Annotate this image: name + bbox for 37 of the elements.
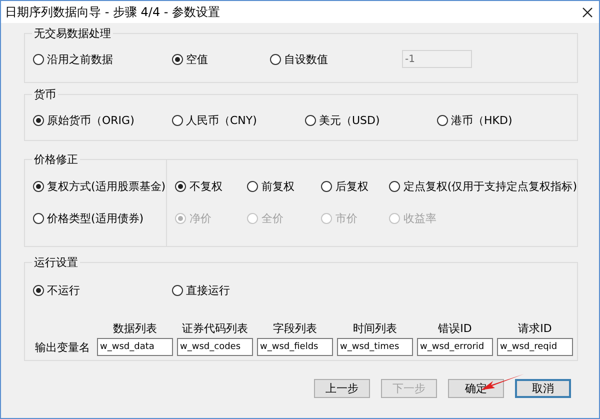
radio-button[interactable]: 不运行 [33, 282, 172, 298]
radio-button[interactable]: 直接运行 [172, 282, 577, 298]
variable-field[interactable]: w_wsd_reqid [497, 338, 573, 356]
radio-button[interactable]: 港币（HKD) [437, 112, 577, 128]
variable-field[interactable]: w_wsd_codes [177, 338, 253, 356]
output-label: 输出变量名 [35, 340, 91, 354]
radio-button[interactable]: 原始货币（ORIG) [33, 112, 172, 128]
radio-button[interactable]: 复权方式(适用股票基金) [33, 178, 166, 194]
radio-button[interactable]: 沿用之前数据 [33, 52, 172, 66]
column-heading: 数据列表 [112, 321, 158, 336]
dialog-button[interactable]: 上一步 [314, 379, 370, 398]
dialog-button[interactable]: 确定 [448, 379, 504, 398]
radio-button[interactable]: 后复权 [321, 178, 390, 194]
variable-field[interactable]: w_wsd_times [337, 338, 413, 356]
column-heading: 字段列表 [272, 321, 318, 336]
radio-button[interactable]: 不复权 [175, 178, 248, 194]
variable-field[interactable]: w_wsd_errorid [417, 338, 493, 356]
radio-button[interactable]: 定点复权(仅用于支持定点复权指标) [389, 178, 577, 194]
radio-button[interactable]: 自设数值 [270, 52, 402, 66]
radio-button[interactable]: 前复权 [247, 178, 322, 194]
dialog-button[interactable]: 取消 [515, 379, 571, 398]
radio-button[interactable]: 人民币（CNY) [172, 112, 305, 128]
column-heading: 请求ID [517, 321, 553, 336]
variable-field[interactable]: w_wsd_data [97, 338, 173, 356]
radio-button[interactable]: 价格类型(适用债券) [33, 210, 166, 226]
group-title: 无交易数据处理 [32, 26, 113, 41]
column-heading: 错误ID [437, 321, 473, 336]
group-title: 运行设置 [32, 255, 80, 270]
close-icon[interactable] [582, 6, 593, 18]
group-title: 价格修正 [32, 152, 80, 167]
radio-button[interactable]: 空值 [172, 52, 270, 66]
window-title: 日期序列数据向导 - 步骤 4/4 - 参数设置 [5, 4, 220, 20]
column-heading: 时间列表 [352, 321, 398, 336]
column-heading: 证券代码列表 [181, 321, 249, 336]
radio-button[interactable]: 美元（USD) [305, 112, 437, 128]
variable-field[interactable]: w_wsd_fields [257, 338, 333, 356]
group-title: 货币 [32, 87, 58, 102]
